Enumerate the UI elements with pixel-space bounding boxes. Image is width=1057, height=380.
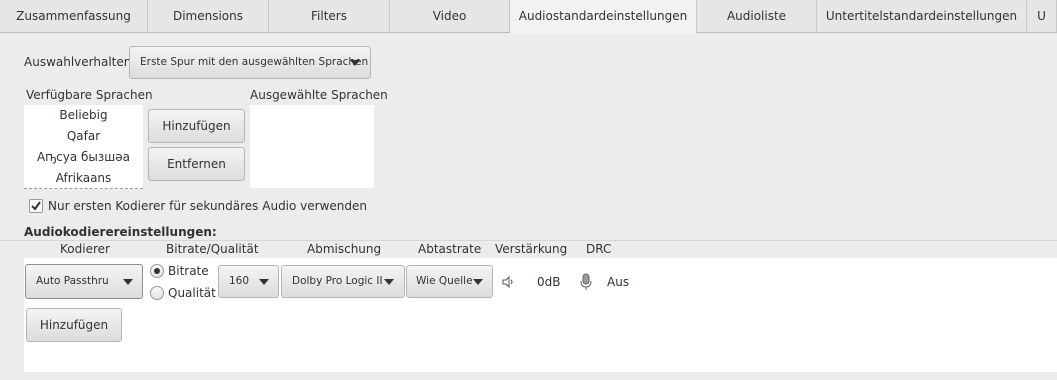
list-item[interactable]: Qafar [24, 126, 143, 147]
encoder-value: Auto Passthru [36, 275, 109, 287]
gain-value: 0dB [537, 275, 561, 289]
bitrate-radio[interactable] [150, 264, 164, 278]
selection-behavior-label: Auswahlverhalten: [24, 55, 136, 69]
chevron-down-icon [384, 279, 394, 285]
speaker-icon[interactable] [501, 275, 515, 289]
add-encoder-button[interactable]: Hinzufügen [26, 308, 122, 342]
remove-language-button[interactable]: Entfernen [148, 147, 245, 181]
tab-video[interactable]: Video [390, 0, 510, 32]
tab-overflow[interactable]: U [1027, 0, 1057, 32]
chevron-down-icon [473, 279, 483, 285]
add-language-button[interactable]: Hinzufügen [148, 109, 245, 143]
first-encoder-checkbox[interactable] [29, 199, 43, 213]
tab-audioliste[interactable]: Audioliste [697, 0, 817, 32]
chevron-down-icon [123, 279, 133, 285]
selected-languages-list[interactable] [250, 105, 374, 188]
selection-behavior-value: Erste Spur mit den ausgewählten Sprachen [140, 56, 369, 68]
quality-radio-label: Qualität [168, 286, 216, 300]
list-item[interactable]: Аҧсуа бызшәа [24, 147, 143, 168]
header-samplerate: Abtastrate [418, 242, 482, 256]
tab-filters[interactable]: Filters [269, 0, 390, 32]
header-encoder: Kodierer [60, 242, 110, 256]
header-drc: DRC [586, 242, 612, 256]
tab-dimensions[interactable]: Dimensions [148, 0, 269, 32]
microphone-icon[interactable] [578, 273, 594, 291]
mixdown-value: Dolby Pro Logic II [292, 275, 383, 287]
samplerate-value: Wie Quelle [416, 275, 473, 287]
chevron-down-icon [259, 279, 269, 285]
encoder-settings-title: Audiokodierereinstellungen: [24, 225, 217, 239]
check-icon [31, 201, 41, 211]
bitrate-combo[interactable]: 160 [218, 265, 279, 298]
tab-audiostandardeinstellungen[interactable]: Audiostandardeinstellungen [510, 0, 697, 33]
first-encoder-label: Nur ersten Kodierer für sekundäres Audio… [48, 199, 367, 213]
tab-bar: Zusammenfassung Dimensions Filters Video… [0, 0, 1057, 33]
list-item[interactable]: Beliebig [24, 105, 143, 126]
drc-value: Aus [607, 275, 630, 289]
header-gain: Verstärkung [495, 242, 568, 256]
selection-behavior-combo[interactable]: Erste Spur mit den ausgewählten Sprachen [129, 46, 371, 79]
encoder-header-row: Kodierer Bitrate/Qualität Abmischung Abt… [0, 240, 1057, 258]
encoder-combo[interactable]: Auto Passthru [25, 264, 143, 299]
list-item[interactable]: Afrikaans [24, 168, 143, 189]
bitrate-value: 160 [229, 275, 250, 287]
available-languages-label: Verfügbare Sprachen [26, 88, 153, 102]
chevron-down-icon [350, 60, 360, 66]
tab-zusammenfassung[interactable]: Zusammenfassung [0, 0, 148, 32]
mixdown-combo[interactable]: Dolby Pro Logic II [281, 265, 405, 298]
selected-languages-label: Ausgewählte Sprachen [250, 88, 388, 102]
header-mixdown: Abmischung [307, 242, 382, 256]
quality-radio[interactable] [150, 286, 164, 300]
bitrate-radio-label: Bitrate [168, 264, 209, 278]
header-bitrate-quality: Bitrate/Qualität [166, 242, 259, 256]
tab-untertitelstandardeinstellungen[interactable]: Untertitelstandardeinstellungen [817, 0, 1027, 32]
available-languages-list[interactable]: Beliebig Qafar Аҧсуа бызшәа Afrikaans [24, 105, 143, 189]
samplerate-combo[interactable]: Wie Quelle [406, 265, 493, 298]
